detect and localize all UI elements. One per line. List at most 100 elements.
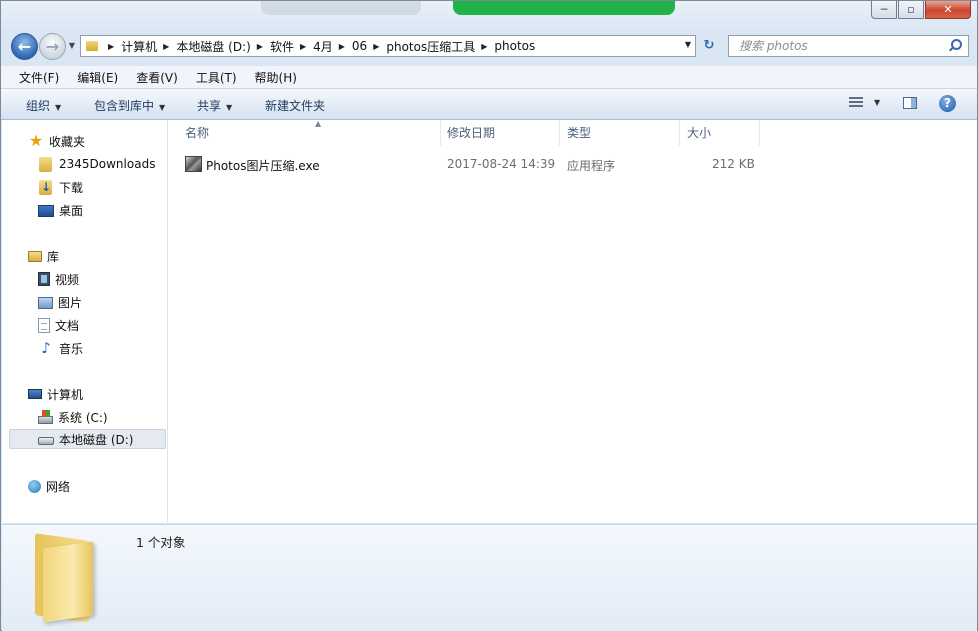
network-icon xyxy=(28,479,41,493)
star-icon: ★ xyxy=(28,131,44,150)
sidebar-item-desktop[interactable]: 桌面 xyxy=(38,200,83,220)
sidebar-item-2345downloads[interactable]: 2345Downloads xyxy=(38,154,155,174)
forward-arrow-icon: → xyxy=(45,37,60,56)
menu-tools[interactable]: 工具(T) xyxy=(192,69,241,86)
refresh-icon: ↻ xyxy=(703,38,715,53)
file-row[interactable]: Photos图片压缩.exe 2017-08-24 14:39 应用程序 212… xyxy=(185,154,765,176)
address-dropdown-button[interactable]: ▼ xyxy=(685,40,691,49)
column-header-label: 大小 xyxy=(687,126,712,140)
application-icon xyxy=(185,156,202,172)
sidebar-libraries-header[interactable]: 库 xyxy=(28,246,59,266)
file-size: 212 KB xyxy=(712,157,755,171)
column-header-label: 类型 xyxy=(567,126,592,140)
sidebar-item-label: 计算机 xyxy=(47,387,84,402)
forward-button[interactable]: → xyxy=(39,33,66,60)
navigation-bar: ← → ▼ ▶ 计算机 ▶ 本地磁盘 (D:) ▶ 软件 ▶ 4月 ▶ 06 ▶… xyxy=(1,31,977,63)
breadcrumb-label: photos xyxy=(494,39,536,53)
sidebar-item-music[interactable]: ♪ 音乐 xyxy=(38,338,83,358)
help-icon[interactable]: ? xyxy=(939,95,956,112)
sidebar-item-videos[interactable]: 视频 xyxy=(38,269,79,289)
sidebar-item-documents[interactable]: 文档 xyxy=(38,315,79,335)
sidebar-item-label: 桌面 xyxy=(59,203,84,218)
menu-file[interactable]: 文件(F) xyxy=(15,69,63,86)
title-glow-left xyxy=(261,1,421,15)
back-arrow-icon: ← xyxy=(17,37,32,56)
sidebar-item-downloads[interactable]: 下载 xyxy=(38,177,83,197)
chevron-right-icon[interactable]: ▶ xyxy=(257,42,263,51)
sidebar-item-label: 图片 xyxy=(58,295,83,310)
column-header-date-modified[interactable]: 修改日期 xyxy=(440,120,560,146)
maximize-button[interactable]: ▫ xyxy=(898,1,924,19)
chevron-right-icon[interactable]: ▶ xyxy=(108,42,114,51)
search-box[interactable] xyxy=(728,35,969,57)
desktop-icon xyxy=(38,205,54,217)
sidebar-item-drive-d[interactable]: 本地磁盘 (D:) xyxy=(9,429,166,449)
search-icon[interactable] xyxy=(948,39,962,53)
sidebar-item-label: 网络 xyxy=(46,479,71,494)
music-library-icon: ♪ xyxy=(41,339,51,357)
organize-button[interactable]: 组织 ▼ xyxy=(26,97,61,114)
sort-ascending-icon: ▲ xyxy=(315,119,322,128)
navigation-pane[interactable]: ★ 收藏夹 2345Downloads 下载 桌面 库 视频 图片 xyxy=(2,120,168,523)
sidebar-item-label: 下载 xyxy=(59,180,84,195)
views-dropdown-button[interactable]: ▼ xyxy=(874,98,880,107)
back-button[interactable]: ← xyxy=(11,33,38,60)
search-input[interactable] xyxy=(737,38,948,54)
organize-label: 组织 xyxy=(26,99,51,113)
minimize-button[interactable]: ─ xyxy=(871,1,897,19)
breadcrumb-label: 软件 xyxy=(269,39,294,54)
include-in-library-button[interactable]: 包含到库中 ▼ xyxy=(94,97,165,114)
sidebar-computer-header[interactable]: 计算机 xyxy=(28,384,83,404)
breadcrumb-computer[interactable]: ▶ 计算机 xyxy=(102,38,157,55)
breadcrumb-label: photos压缩工具 xyxy=(386,39,476,54)
explorer-window: ─ ▫ ✕ ← → ▼ ▶ 计算机 ▶ 本地磁盘 (D:) ▶ 软件 ▶ 4月 … xyxy=(0,0,978,631)
sidebar-item-label: 本地磁盘 (D:) xyxy=(59,432,134,447)
breadcrumb-software[interactable]: ▶ 软件 xyxy=(251,38,294,55)
share-button[interactable]: 共享 ▼ xyxy=(197,97,232,114)
breadcrumb-label: 本地磁盘 (D:) xyxy=(176,39,251,54)
sidebar-favorites-header[interactable]: ★ 收藏夹 xyxy=(28,131,85,151)
breadcrumb-photos-tool[interactable]: ▶ photos压缩工具 xyxy=(367,38,475,55)
address-bar[interactable]: ▶ 计算机 ▶ 本地磁盘 (D:) ▶ 软件 ▶ 4月 ▶ 06 ▶ photo… xyxy=(80,35,696,57)
recent-pages-button[interactable]: ▼ xyxy=(67,40,77,52)
column-header-size[interactable]: 大小 xyxy=(680,120,760,146)
menu-edit[interactable]: 编辑(E) xyxy=(73,69,122,86)
sidebar-item-pictures[interactable]: 图片 xyxy=(38,292,82,312)
menu-bar: 文件(F) 编辑(E) 查看(V) 工具(T) 帮助(H) xyxy=(1,66,977,89)
sidebar-item-label: 2345Downloads xyxy=(59,157,156,171)
sidebar-item-label: 收藏夹 xyxy=(49,134,86,149)
menu-view[interactable]: 查看(V) xyxy=(132,69,182,86)
file-modified-date: 2017-08-24 14:39 xyxy=(447,157,556,171)
chevron-right-icon[interactable]: ▶ xyxy=(163,42,169,51)
title-glow-green xyxy=(453,1,675,15)
title-bar[interactable]: ─ ▫ ✕ xyxy=(1,1,977,29)
breadcrumb-drive-d[interactable]: ▶ 本地磁盘 (D:) xyxy=(157,38,251,55)
breadcrumb-label: 06 xyxy=(351,39,368,53)
pictures-library-icon xyxy=(38,297,53,309)
breadcrumb-april[interactable]: ▶ 4月 xyxy=(294,38,333,55)
menu-help[interactable]: 帮助(H) xyxy=(251,69,301,86)
change-view-icon[interactable] xyxy=(849,97,863,109)
breadcrumb-photos[interactable]: ▶ photos xyxy=(475,39,535,53)
chevron-right-icon[interactable]: ▶ xyxy=(300,42,306,51)
details-pane: 1 个对象 xyxy=(2,524,977,631)
column-header-type[interactable]: 类型 xyxy=(560,120,680,146)
computer-icon xyxy=(28,389,42,399)
refresh-button[interactable]: ↻ xyxy=(700,37,718,55)
breadcrumb-06[interactable]: ▶ 06 xyxy=(333,39,367,53)
sidebar-network-header[interactable]: 网络 xyxy=(28,476,70,496)
chevron-down-icon: ▼ xyxy=(226,103,233,112)
chevron-right-icon[interactable]: ▶ xyxy=(339,42,345,51)
new-folder-button[interactable]: 新建文件夹 xyxy=(265,97,325,114)
preview-pane-icon[interactable] xyxy=(903,97,917,109)
sidebar-item-label: 库 xyxy=(47,249,60,264)
chevron-right-icon[interactable]: ▶ xyxy=(373,42,379,51)
sidebar-item-drive-c[interactable]: 系统 (C:) xyxy=(38,407,108,427)
chevron-right-icon[interactable]: ▶ xyxy=(481,42,487,51)
column-header-name[interactable]: 名称 ▲ xyxy=(178,119,441,146)
item-count: 1 个对象 xyxy=(136,535,186,550)
video-library-icon xyxy=(38,272,50,286)
file-list[interactable]: 名称 ▲ 修改日期 类型 大小 Photos图片压缩.exe 2017-08-2… xyxy=(168,119,977,523)
sidebar-item-label: 音乐 xyxy=(59,341,84,356)
close-button[interactable]: ✕ xyxy=(925,1,971,19)
